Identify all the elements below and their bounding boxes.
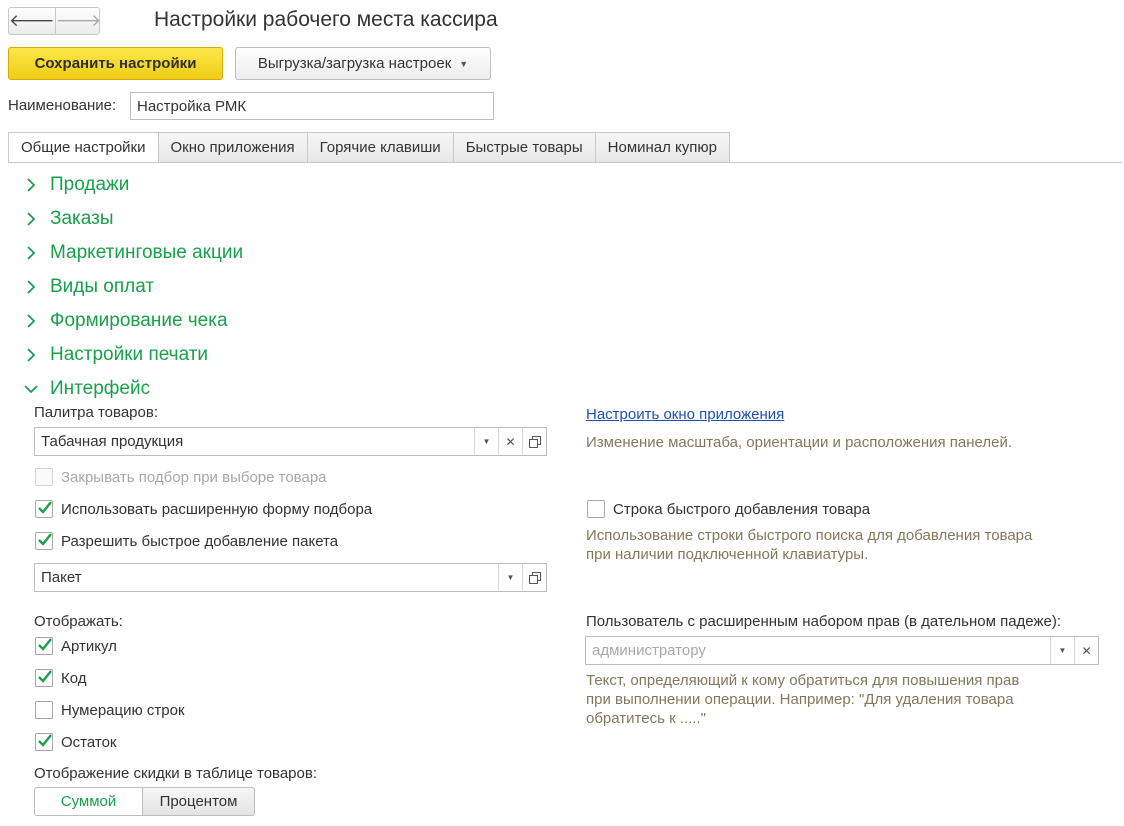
checkbox-box: [35, 637, 53, 655]
display-stock-checkbox[interactable]: Остаток: [35, 733, 117, 751]
checkbox-label: Закрывать подбор при выборе товара: [61, 468, 327, 486]
checkbox-label: Остаток: [61, 733, 117, 751]
description-line: Текст, определяющий к кому обратиться дл…: [586, 672, 1020, 689]
tab-bar: Общие настройки Окно приложения Горячие …: [8, 132, 730, 163]
group-marketing[interactable]: Маркетинговые акции: [22, 242, 243, 264]
clear-icon[interactable]: ✕: [1074, 637, 1098, 664]
tab-banknote-denominations[interactable]: Номинал купюр: [595, 132, 730, 163]
group-sales[interactable]: Продажи: [22, 174, 129, 196]
quick-package-checkbox[interactable]: Разрешить быстрое добавление пакета: [35, 532, 338, 550]
tab-general-settings[interactable]: Общие настройки: [8, 132, 159, 163]
checkbox-box: [35, 669, 53, 687]
clear-icon[interactable]: ✕: [498, 428, 522, 455]
arrow-left-icon: 🡐: [9, 11, 55, 30]
tab-hotkeys[interactable]: Горячие клавиши: [307, 132, 454, 163]
group-print-settings[interactable]: Настройки печати: [22, 344, 208, 366]
group-label: Маркетинговые акции: [50, 242, 244, 263]
description-line: обратитесь к .....": [586, 710, 706, 727]
name-value: Настройка РМК: [137, 97, 247, 115]
tab-divider: [8, 162, 1122, 163]
checkbox-label: Строка быстрого добавления товара: [613, 500, 871, 518]
checkbox-box: [35, 532, 53, 550]
tab-app-window[interactable]: Окно приложения: [158, 132, 308, 163]
app-window-description: Изменение масштаба, ориентации и располо…: [586, 434, 1013, 451]
export-import-settings-button[interactable]: Выгрузка/загрузка настроек ▼: [235, 47, 491, 80]
discount-display-label: Отображение скидки в таблице товаров:: [34, 765, 318, 782]
display-article-checkbox[interactable]: Артикул: [35, 637, 117, 655]
group-orders[interactable]: Заказы: [22, 208, 114, 230]
configure-app-window-link[interactable]: Настроить окно приложения: [586, 406, 784, 423]
group-receipt[interactable]: Формирование чека: [22, 310, 228, 332]
export-import-label: Выгрузка/загрузка настроек: [257, 55, 452, 72]
palette-label: Палитра товаров:: [34, 404, 158, 421]
group-label: Заказы: [50, 208, 114, 229]
name-label: Наименование:: [8, 97, 117, 114]
open-icon[interactable]: [522, 428, 546, 455]
arrow-right-icon: 🡒: [55, 11, 102, 30]
checkbox-box: [587, 500, 605, 518]
chevron-right-icon: [22, 246, 40, 260]
open-icon[interactable]: [522, 564, 546, 591]
extended-form-checkbox[interactable]: Использовать расширенную форму подбора: [35, 500, 372, 518]
close-selection-checkbox[interactable]: Закрывать подбор при выборе товара: [35, 468, 327, 486]
package-value: Пакет: [41, 569, 82, 586]
checkbox-box: [35, 468, 53, 486]
dropdown-arrow-icon[interactable]: ▼: [498, 564, 522, 591]
back-button[interactable]: 🡐: [9, 8, 55, 34]
checkbox-label: Использовать расширенную форму подбора: [61, 500, 373, 518]
privileged-user-placeholder: администратору: [592, 642, 706, 659]
chevron-down-icon: ▼: [459, 58, 469, 69]
checkbox-label: Нумерацию строк: [61, 701, 185, 719]
discount-by-percent-button[interactable]: Процентом: [143, 787, 255, 816]
privileged-user-label: Пользователь с расширенным набором прав …: [586, 613, 1061, 630]
page-title: Настройки рабочего места кассира: [154, 8, 498, 31]
privileged-user-input[interactable]: администратору ▼ ✕: [585, 636, 1099, 665]
nav-buttons: 🡐 🡒: [8, 7, 102, 35]
chevron-down-icon: [22, 384, 40, 394]
group-payment-types[interactable]: Виды оплат: [22, 276, 154, 298]
chevron-right-icon: [22, 212, 40, 226]
group-label: Настройки печати: [50, 344, 209, 365]
checkbox-label: Артикул: [61, 637, 117, 655]
forward-button[interactable]: 🡒: [54, 8, 102, 34]
description-line: Использование строки быстрого поиска для…: [586, 527, 1033, 544]
palette-value: Табачная продукция: [41, 433, 184, 450]
description-line: при наличии подключенной клавиатуры.: [586, 546, 869, 563]
group-label: Продажи: [50, 174, 130, 195]
description-line: при выполнении операции. Например: "Для …: [586, 691, 1014, 708]
chevron-right-icon: [22, 314, 40, 328]
palette-select[interactable]: Табачная продукция ▼ ✕: [34, 427, 547, 456]
checkbox-box: [35, 733, 53, 751]
group-label: Виды оплат: [50, 276, 155, 297]
dropdown-arrow-icon[interactable]: ▼: [474, 428, 498, 455]
group-label: Интерфейс: [50, 378, 151, 399]
discount-by-sum-button[interactable]: Суммой: [34, 787, 143, 816]
display-code-checkbox[interactable]: Код: [35, 669, 87, 687]
display-row-numbers-checkbox[interactable]: Нумерацию строк: [35, 701, 185, 719]
checkbox-label: Код: [61, 669, 87, 687]
group-interface[interactable]: Интерфейс: [22, 378, 150, 400]
checkbox-label: Разрешить быстрое добавление пакета: [61, 532, 339, 550]
discount-display-toggle: Суммой Процентом: [34, 787, 255, 816]
checkbox-box: [35, 500, 53, 518]
quick-add-row-checkbox[interactable]: Строка быстрого добавления товара: [587, 500, 870, 518]
dropdown-arrow-icon[interactable]: ▼: [1050, 637, 1074, 664]
package-select[interactable]: Пакет ▼: [34, 563, 547, 592]
chevron-right-icon: [22, 178, 40, 192]
quick-add-row-description: Использование строки быстрого поиска для…: [586, 526, 1032, 564]
tab-quick-goods[interactable]: Быстрые товары: [453, 132, 596, 163]
chevron-right-icon: [22, 348, 40, 362]
name-input[interactable]: Настройка РМК: [130, 92, 494, 120]
chevron-right-icon: [22, 280, 40, 294]
privileged-user-description: Текст, определяющий к кому обратиться дл…: [586, 671, 1019, 728]
group-label: Формирование чека: [50, 310, 228, 331]
checkbox-box: [35, 701, 53, 719]
display-label: Отображать:: [34, 613, 123, 630]
save-settings-button[interactable]: Сохранить настройки: [8, 47, 223, 80]
